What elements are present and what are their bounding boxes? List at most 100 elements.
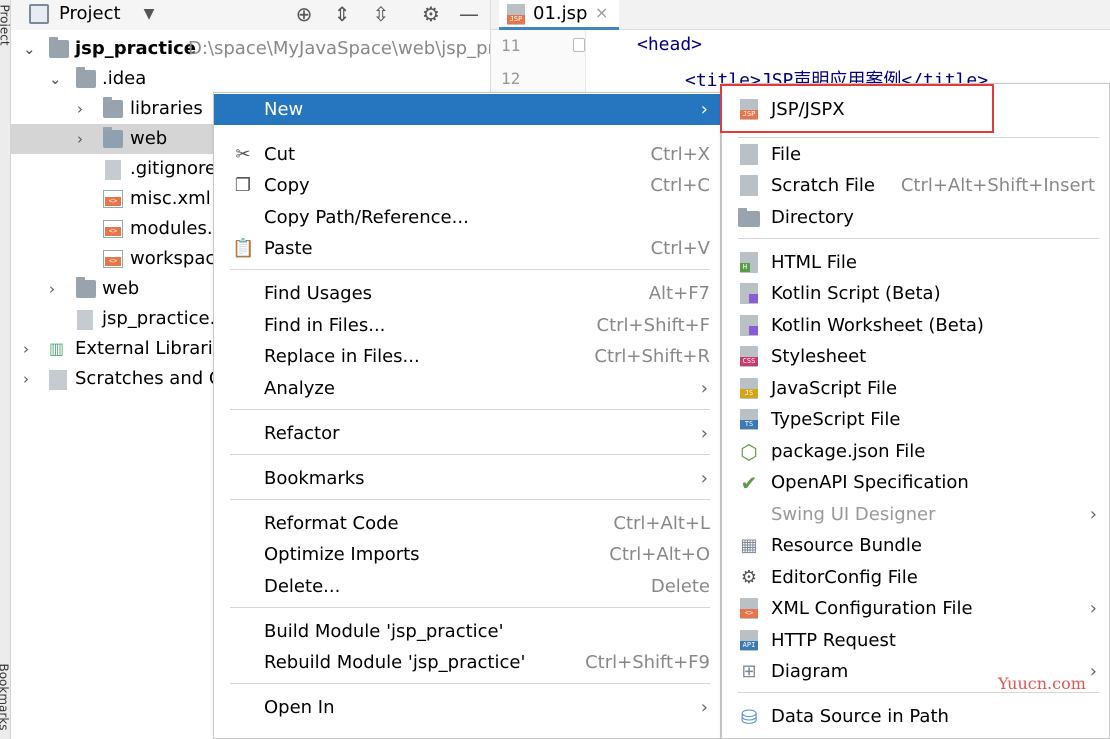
menu-item-analyze[interactable]: Analyze › — [214, 373, 720, 404]
menu-item-rebuild-module[interactable]: Rebuild Module 'jsp_practice' Ctrl+Shift+… — [214, 647, 720, 678]
close-icon[interactable]: × — [595, 3, 608, 22]
gear-icon[interactable]: ⚙ — [419, 2, 443, 26]
submenu-item-file[interactable]: File — [722, 139, 1109, 170]
folder-icon — [738, 208, 760, 227]
tree-label: web — [130, 128, 168, 149]
tree-node-idea[interactable]: ⌄ .idea — [11, 64, 490, 94]
menu-item-build-module[interactable]: Build Module 'jsp_practice' — [214, 616, 720, 647]
kotlin-script-icon — [740, 283, 758, 304]
menu-item-copy[interactable]: ❐ Copy Ctrl+C — [214, 170, 720, 201]
menu-separator — [230, 683, 710, 684]
menu-item-delete[interactable]: Delete... Delete — [214, 571, 720, 602]
menu-separator — [230, 499, 710, 500]
chevron-right-icon[interactable]: › — [23, 334, 29, 364]
chevron-down-icon[interactable]: ⌄ — [23, 34, 36, 64]
collapse-all-icon[interactable]: ⇳ — [369, 2, 393, 26]
minimize-icon[interactable]: — — [457, 2, 481, 26]
menu-item-replace-in-files[interactable]: Replace in Files... Ctrl+Shift+R — [214, 341, 720, 372]
tab-label: 01.jsp — [533, 3, 588, 24]
expand-all-icon[interactable]: ⇕ — [330, 2, 354, 26]
submenu-item-kotlin-worksheet[interactable]: Kotlin Worksheet (Beta) — [722, 310, 1109, 341]
chevron-right-icon[interactable]: › — [23, 364, 29, 394]
chevron-right-icon: › — [700, 468, 708, 489]
scratch-file-icon — [740, 175, 758, 196]
menu-item-open-in[interactable]: Open In › — [214, 692, 720, 723]
xml-file-icon: <> — [103, 220, 123, 238]
tree-label: misc.xml — [130, 188, 211, 209]
module-file-icon — [77, 310, 93, 330]
resource-bundle-icon: ▦ — [740, 535, 758, 556]
folder-icon — [76, 277, 96, 298]
tree-node-root[interactable]: ⌄ jsp_practice D:\space\MyJavaSpace\web\… — [11, 34, 490, 64]
chevron-down-icon[interactable]: ⌄ — [49, 64, 62, 94]
submenu-item-editorconfig[interactable]: ⚙ EditorConfig File — [722, 562, 1109, 593]
menu-item-cut[interactable]: ✂ Cut Ctrl+X — [214, 139, 720, 170]
menu-item-find-in-files[interactable]: Find in Files... Ctrl+Shift+F — [214, 310, 720, 341]
xml-file-icon: <> — [740, 598, 758, 619]
submenu-item-swing-ui-designer[interactable]: Swing UI Designer › — [722, 499, 1109, 530]
menu-item-new[interactable]: New › — [214, 94, 720, 125]
submenu-item-scratch-file[interactable]: Scratch File Ctrl+Alt+Shift+Insert — [722, 170, 1109, 201]
menu-item-find-usages[interactable]: Find Usages Alt+F7 — [214, 278, 720, 309]
menu-item-optimize-imports[interactable]: Optimize Imports Ctrl+Alt+O — [214, 539, 720, 570]
fold-icon[interactable] — [573, 38, 585, 52]
submenu-item-html-file[interactable]: H HTML File — [722, 247, 1109, 278]
css-file-icon: CSS — [740, 346, 758, 367]
submenu-item-directory[interactable]: Directory — [722, 202, 1109, 233]
js-file-icon: JS — [740, 378, 758, 399]
submenu-item-kotlin-script[interactable]: Kotlin Script (Beta) — [722, 278, 1109, 309]
menu-item-bookmarks[interactable]: Bookmarks › — [214, 463, 720, 494]
submenu-item-resource-bundle[interactable]: ▦ Resource Bundle — [722, 530, 1109, 561]
code-line[interactable]: <head> — [637, 34, 702, 55]
chevron-right-icon[interactable]: › — [49, 274, 55, 304]
menu-separator — [738, 137, 1099, 138]
submenu-item-xml-configuration[interactable]: <> XML Configuration File › — [722, 593, 1109, 624]
menu-separator — [230, 409, 710, 410]
chevron-right-icon: › — [700, 99, 708, 120]
chevron-right-icon[interactable]: › — [77, 94, 83, 124]
tab-01-jsp[interactable]: JSP 01.jsp × — [499, 0, 619, 30]
submenu-item-openapi[interactable]: ✔ OpenAPI Specification — [722, 467, 1109, 498]
submenu-item-stylesheet[interactable]: CSS Stylesheet — [722, 341, 1109, 372]
submenu-item-typescript-file[interactable]: TS TypeScript File — [722, 404, 1109, 435]
project-tool-window-button[interactable]: Project — [0, 4, 12, 45]
project-view-title[interactable]: Project — [59, 0, 121, 30]
tree-label: web — [102, 278, 140, 299]
project-window-icon — [29, 4, 49, 24]
tree-label: External Librarie — [75, 338, 224, 359]
watermark: Yuucn.com — [998, 674, 1086, 693]
menu-item-paste[interactable]: 📋 Paste Ctrl+V — [214, 233, 720, 264]
line-number: 12 — [501, 69, 521, 88]
chevron-right-icon: › — [1089, 661, 1097, 682]
menu-item-reformat-code[interactable]: Reformat Code Ctrl+Alt+L — [214, 508, 720, 539]
crosshair-icon[interactable]: ⊕ — [292, 2, 316, 26]
folder-icon — [103, 97, 123, 118]
menu-item-copy-path[interactable]: Copy Path/Reference... — [214, 202, 720, 233]
line-number: 11 — [501, 36, 521, 55]
bookmarks-tool-window-button[interactable]: Bookmarks — [0, 663, 11, 730]
kotlin-worksheet-icon — [740, 315, 758, 336]
api-file-icon: API — [740, 630, 758, 651]
submenu-item-data-source-in-path[interactable]: ⛁ Data Source in Path — [722, 701, 1109, 732]
context-menu: New › ✂ Cut Ctrl+X ❐ Copy Ctrl+C Copy Path/Re… — [213, 92, 721, 739]
annotation-highlight-box — [720, 84, 994, 133]
module-folder-icon — [49, 37, 69, 58]
xml-file-icon: <> — [103, 250, 123, 268]
submenu-item-javascript-file[interactable]: JS JavaScript File — [722, 373, 1109, 404]
menu-separator — [230, 269, 710, 270]
menu-item-refactor[interactable]: Refactor › — [214, 418, 720, 449]
folder-icon — [76, 67, 96, 88]
menu-separator — [230, 607, 710, 608]
scissors-icon: ✂ — [235, 144, 251, 165]
tree-label: .idea — [102, 68, 147, 89]
web-folder-icon — [103, 127, 123, 148]
paste-icon: 📋 — [232, 238, 255, 259]
ide-window: Project Bookmarks Project ▼ ⊕ ⇕ ⇳ ⚙ — ⌄ … — [0, 0, 1110, 739]
jsp-file-icon: JSP — [507, 4, 525, 25]
chevron-right-icon[interactable]: › — [77, 124, 83, 154]
submenu-item-package-json[interactable]: ⬡ package.json File — [722, 436, 1109, 467]
ts-file-icon: TS — [740, 409, 758, 430]
project-toolbar: Project ▼ ⊕ ⇕ ⇳ ⚙ — — [11, 0, 490, 30]
dropdown-chevron-icon[interactable]: ▼ — [137, 2, 161, 26]
submenu-item-http-request[interactable]: API HTTP Request — [722, 625, 1109, 656]
